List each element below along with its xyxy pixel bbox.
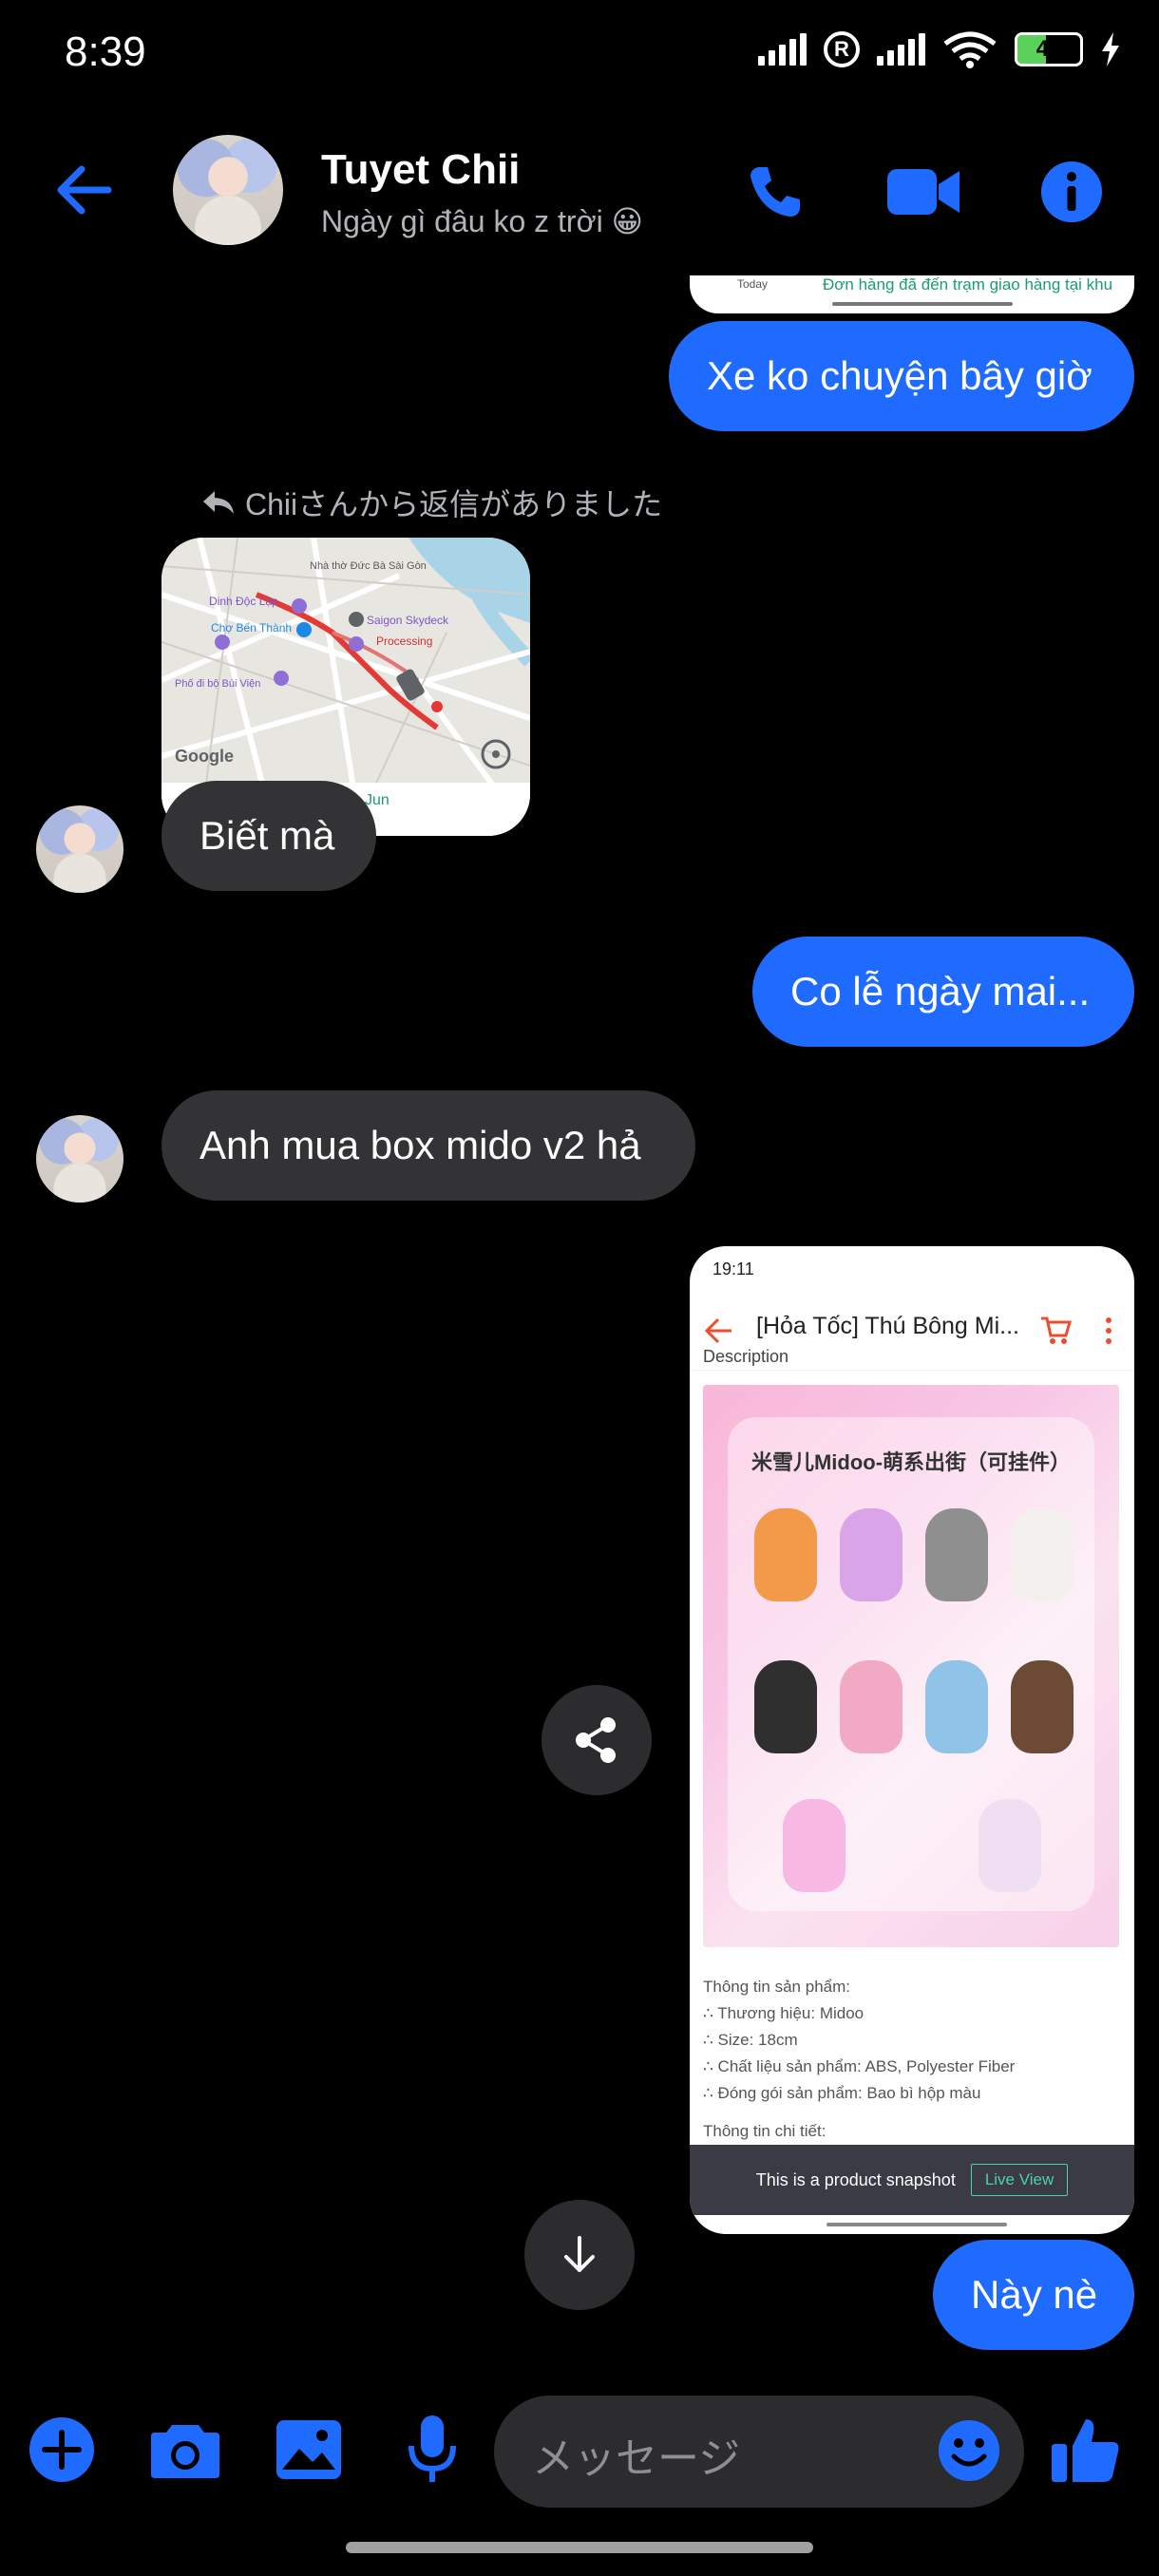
screenshot-more-icon: [1106, 1317, 1112, 1344]
arrow-down-icon: [564, 2236, 595, 2272]
snapshot-footer: This is a product snapshot Live View: [690, 2145, 1134, 2215]
product-info-line: ∴ Thương hiệu: Midoo: [703, 2004, 864, 2022]
status-time: 8:39: [65, 28, 146, 75]
info-icon[interactable]: [1032, 152, 1112, 232]
toy-figure: [1011, 1508, 1074, 1601]
cell-signal-icon: [758, 33, 807, 66]
screenshot-back-icon: [704, 1317, 732, 1344]
contact-avatar-small[interactable]: [36, 1115, 124, 1203]
contact-avatar[interactable]: [173, 135, 283, 245]
product-poster-image: 米雪儿Midoo-萌系出街（可挂件）: [703, 1385, 1119, 1947]
phone-icon[interactable]: [735, 152, 815, 232]
live-view-button: Live View: [970, 2164, 1069, 2196]
wifi-icon: [943, 31, 997, 68]
mystery-figure: [783, 1799, 846, 1892]
map-label: Dinh Độc Lập: [209, 595, 278, 608]
message-outgoing[interactable]: Co lễ ngày mai...: [752, 937, 1134, 1047]
map-label: Phố đi bộ Bùi Viện: [175, 678, 261, 690]
thumbs-up-icon[interactable]: [1043, 2407, 1129, 2492]
status-icons: R 45: [758, 30, 1121, 68]
reply-indicator-text: Chiiさんから返信がありました: [245, 487, 663, 521]
toy-figure: [840, 1660, 902, 1753]
contact-name[interactable]: Tuyet Chii: [321, 146, 520, 194]
map-label: Processing: [376, 635, 433, 648]
snapshot-footer-text: This is a product snapshot: [755, 2169, 956, 2189]
previous-image-caption: Đơn hàng đã đến trạm giao hàng tại khu: [823, 275, 1113, 294]
poster-title: 米雪儿Midoo-萌系出街（可挂件）: [750, 1450, 1072, 1474]
screenshot-status-time: 19:11: [712, 1260, 754, 1279]
previous-image-handle: [832, 302, 1013, 306]
map-label: Jun: [365, 792, 390, 808]
previous-image-attachment[interactable]: Today Đơn hàng đã đến trạm giao hàng tại…: [690, 275, 1134, 313]
share-button[interactable]: [542, 1685, 652, 1795]
message-outgoing[interactable]: Này nè: [933, 2240, 1134, 2350]
product-info-line: ∴ Đóng gói sản phẩm: Bao bì hộp màu: [703, 2084, 981, 2102]
map-label: Saigon Skydeck: [367, 614, 449, 627]
contact-avatar-small[interactable]: [36, 805, 124, 893]
toy-figure: [754, 1508, 817, 1601]
map-label: Chợ Bến Thành: [211, 621, 293, 635]
product-screenshot-attachment[interactable]: 19:11 [Hỏa Tốc] Thú Bông Mi... Descripti…: [690, 1246, 1134, 2234]
product-info-line: Thông tin sản phẩm:: [703, 1978, 850, 1996]
message-incoming[interactable]: Biết mà: [162, 781, 376, 891]
gallery-icon[interactable]: [266, 2407, 352, 2492]
product-info-line: Thông tin chi tiết:: [703, 2122, 826, 2140]
message-input-placeholder: メッセージ: [532, 2435, 741, 2482]
toy-figure: [1011, 1660, 1074, 1753]
reply-indicator: Chiiさんから返信がありました: [201, 481, 662, 524]
contact-status: Ngày gì đâu ko z trời 😀: [321, 204, 643, 238]
screenshot-description-label: Description: [703, 1347, 789, 1366]
map-label: Nhà thờ Đức Bà Sài Gòn: [310, 560, 427, 572]
message-outgoing[interactable]: Xe ko chuyện bây giờ: [669, 321, 1134, 431]
share-icon: [576, 1717, 616, 1763]
emoji-icon[interactable]: [937, 2418, 1001, 2483]
product-info: Thông tin sản phẩm: ∴ Thương hiệu: Midoo…: [703, 1974, 1015, 2145]
mystery-figure: [978, 1799, 1041, 1892]
reply-arrow-icon: [203, 491, 234, 514]
message-input[interactable]: メッセージ: [494, 2396, 1024, 2508]
toy-figure: [754, 1660, 817, 1753]
battery-icon: 45: [1015, 32, 1083, 66]
screenshot-home-indicator: [826, 2223, 1007, 2226]
plus-icon[interactable]: [19, 2407, 104, 2492]
toy-figure: [840, 1508, 902, 1601]
camera-icon[interactable]: [142, 2407, 228, 2492]
toy-figure: [925, 1508, 988, 1601]
screenshot-product-title: [Hỏa Tốc] Thú Bông Mi...: [756, 1313, 1019, 1339]
google-logo: Google: [175, 747, 234, 766]
screenshot-cart-icon: [1041, 1316, 1072, 1344]
charging-icon: [1102, 32, 1119, 66]
product-info-line: ∴ Size: 18cm: [703, 2031, 798, 2049]
message-incoming[interactable]: Anh mua box mido v2 hả: [162, 1090, 695, 1201]
toy-figure: [925, 1660, 988, 1753]
video-camera-icon[interactable]: [884, 152, 963, 232]
previous-image-date: Today: [737, 277, 769, 291]
registered-icon: R: [824, 31, 860, 67]
back-arrow-icon[interactable]: [53, 160, 114, 220]
microphone-icon[interactable]: [390, 2407, 475, 2492]
scroll-to-bottom-button[interactable]: [524, 2200, 635, 2310]
home-indicator: [346, 2542, 813, 2553]
cell-signal-2-icon: [877, 33, 925, 66]
product-info-line: ∴ Chất liệu sản phẩm: ABS, Polyester Fib…: [703, 2057, 1016, 2075]
